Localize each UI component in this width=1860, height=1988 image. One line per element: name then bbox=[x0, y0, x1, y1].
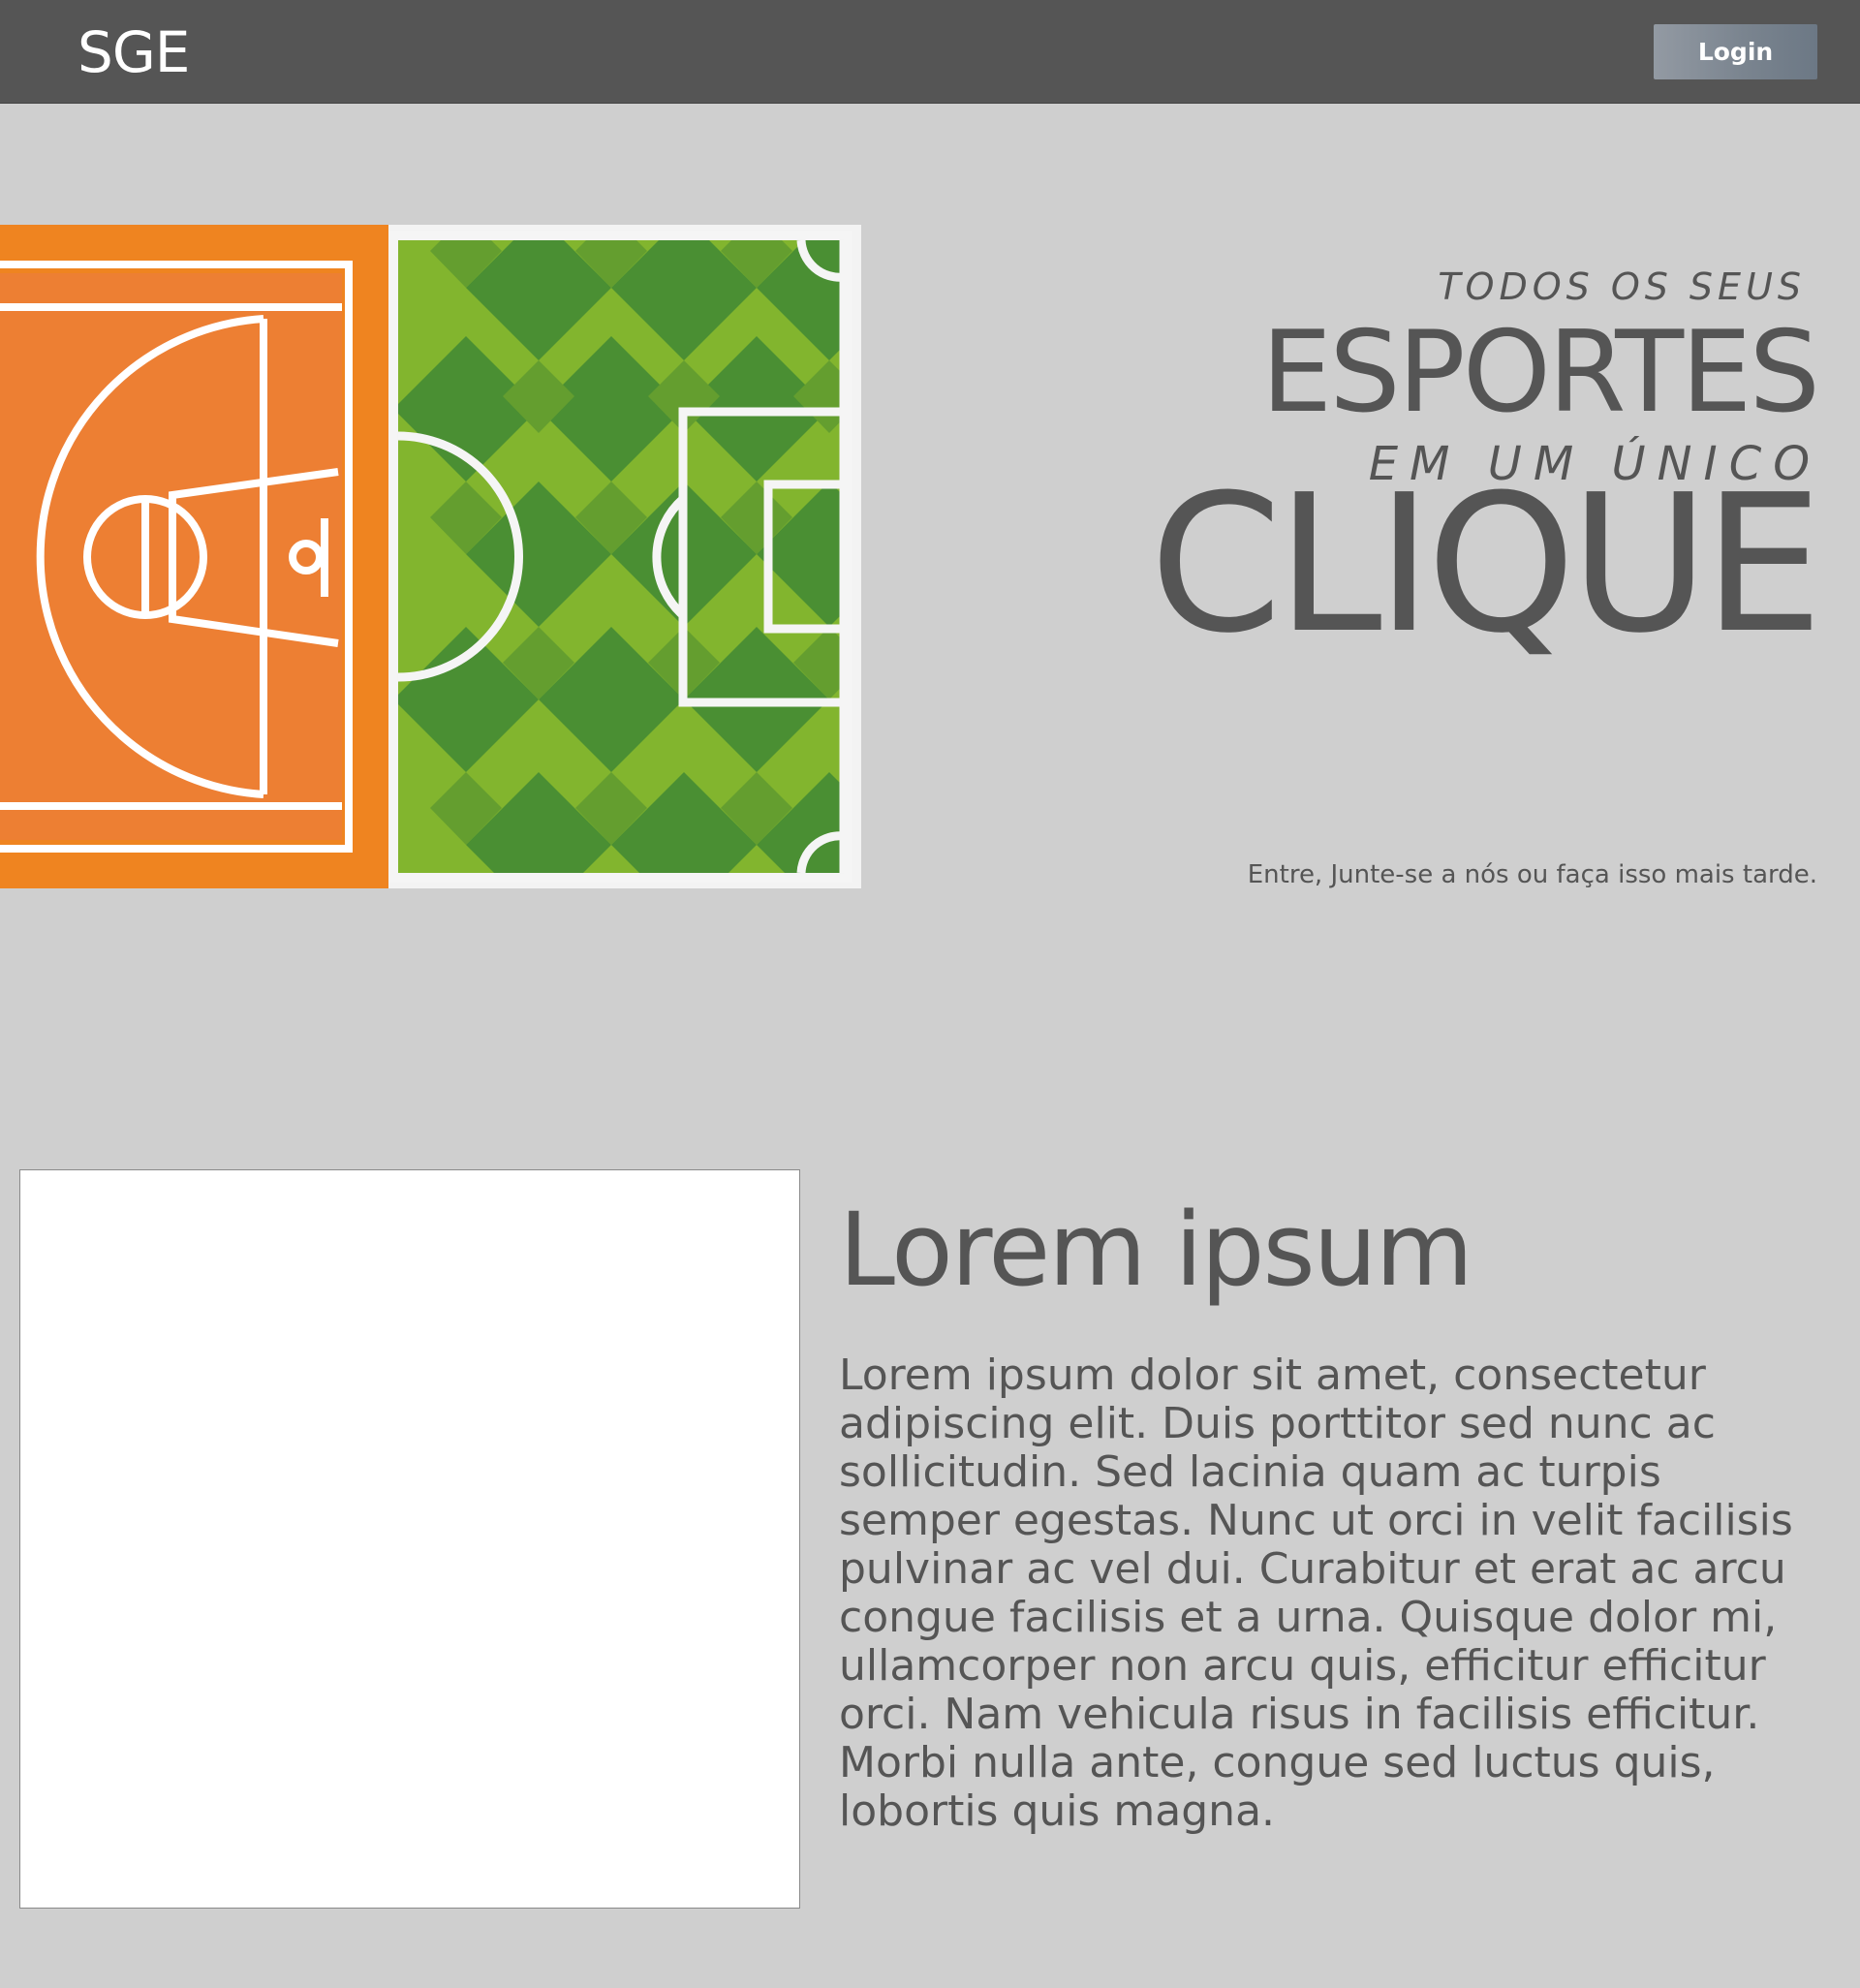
hero-headline-esportes: ESPORTES bbox=[1260, 307, 1820, 438]
content-image-placeholder bbox=[19, 1169, 800, 1909]
login-button[interactable]: Login bbox=[1654, 24, 1817, 79]
section-body-text: Lorem ipsum dolor sit amet, consectetur … bbox=[839, 1351, 1793, 1836]
hero-subtext: Entre, Junte-se a nós ou faça isso mais … bbox=[1247, 860, 1817, 889]
hero-headline-clique: CLIQUE bbox=[1149, 454, 1823, 675]
top-navbar: SGE Login bbox=[0, 0, 1860, 103]
section-title: Lorem ipsum bbox=[839, 1191, 1473, 1309]
sports-courts-illustration bbox=[0, 225, 861, 888]
logo[interactable]: SGE bbox=[78, 21, 190, 83]
hero-tagline-top: TODOS OS SEUS bbox=[1438, 265, 1806, 308]
